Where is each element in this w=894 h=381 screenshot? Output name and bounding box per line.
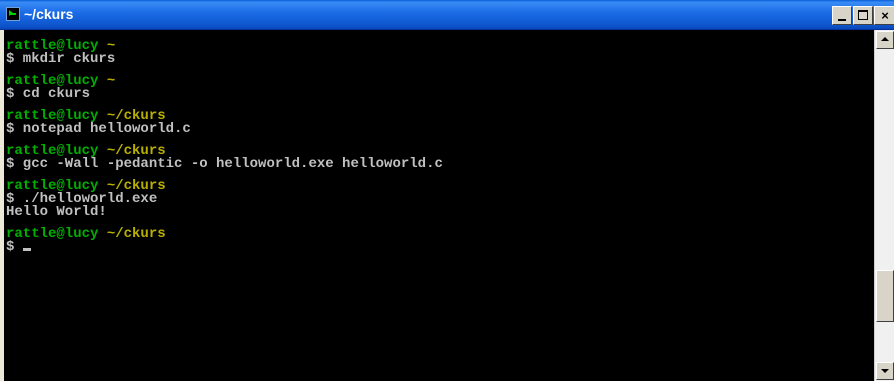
prompt-line: rattle@lucy ~ [6, 39, 874, 53]
terminal-icon[interactable] [6, 7, 20, 21]
vertical-scrollbar[interactable] [874, 30, 894, 381]
arrow-down-icon [881, 369, 889, 373]
prompt-line: rattle@lucy ~ [6, 73, 874, 89]
output-line: Hello World! [6, 204, 107, 220]
terminal-window: ~/ckurs × rattle@lucy ~ $ mkdir ckurs ra… [0, 0, 894, 381]
command-prompt: $ [6, 239, 23, 255]
close-button[interactable]: × [874, 6, 894, 25]
command-input-line[interactable]: $ [6, 239, 874, 255]
minimize-icon [838, 19, 846, 21]
prompt-path: ~ [106, 73, 116, 89]
command-line: $ gcc -Wall -pedantic -o helloworld.exe … [6, 156, 443, 172]
text-cursor [22, 248, 31, 251]
arrow-up-icon [881, 37, 889, 41]
close-icon: × [881, 8, 889, 23]
scroll-up-button[interactable] [876, 31, 894, 49]
command-line: $ notepad helloworld.c [6, 121, 191, 137]
scroll-down-button[interactable] [876, 362, 894, 380]
command-line: $ cd ckurs [6, 86, 91, 102]
maximize-icon [858, 10, 868, 20]
maximize-button[interactable] [853, 6, 873, 25]
minimize-button[interactable] [832, 6, 852, 25]
prompt-line: rattle@lucy ~/ckurs [6, 226, 874, 242]
command-line: $ ./helloworld.exe [6, 191, 158, 207]
terminal-output[interactable]: rattle@lucy ~ $ mkdir ckurs rattle@lucy … [4, 30, 874, 381]
title-bar[interactable]: ~/ckurs × [0, 0, 894, 30]
window-title: ~/ckurs [24, 6, 74, 22]
command-line: $ mkdir ckurs [6, 51, 116, 67]
prompt-path: ~/ckurs [106, 226, 166, 242]
scroll-thumb[interactable] [876, 270, 894, 322]
